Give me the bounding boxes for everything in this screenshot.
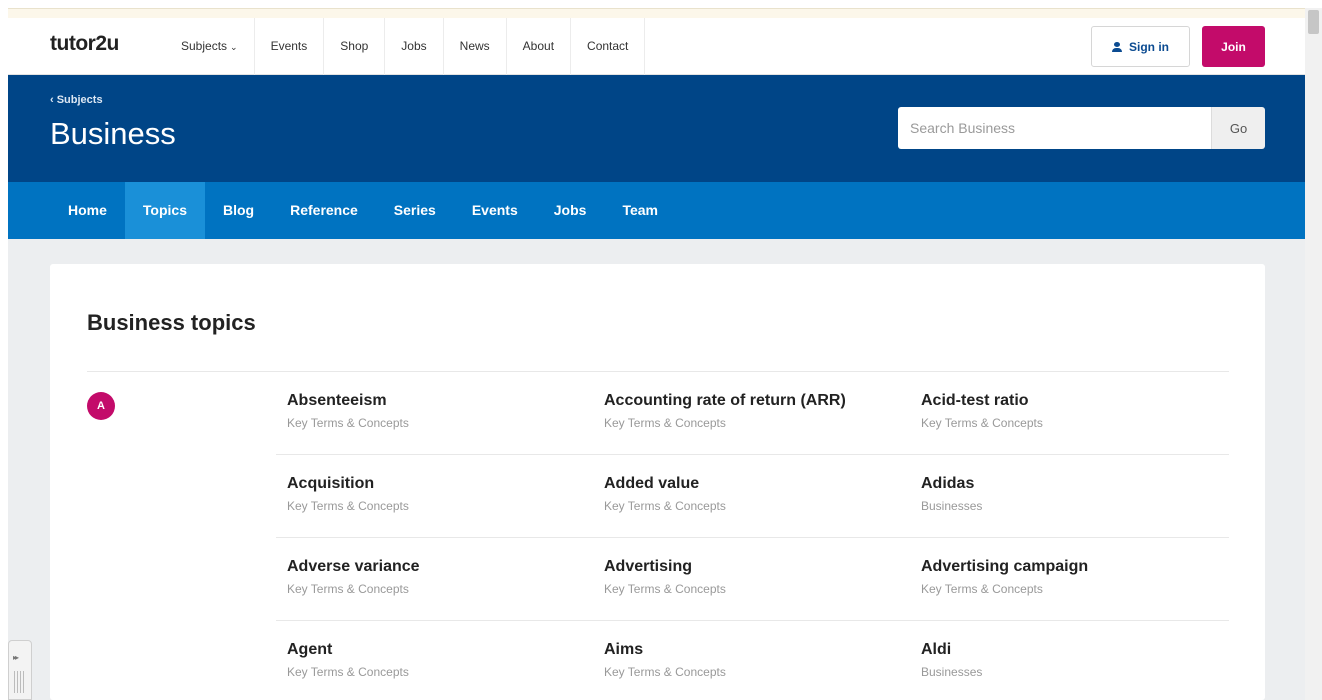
topic-name[interactable]: Added value (604, 475, 904, 493)
breadcrumb-subjects[interactable]: ‹ Subjects (50, 94, 103, 106)
topic-row: Adverse variance Key Terms & Concepts Adv… (276, 538, 1229, 621)
site-logo[interactable]: tutor2u (50, 32, 119, 56)
letter-badge: A (87, 392, 115, 420)
window-top-edge (8, 8, 1305, 18)
page-title: Business (50, 116, 176, 151)
search-go-button[interactable]: Go (1211, 107, 1265, 149)
nav-link-news[interactable]: News (442, 18, 506, 75)
topic-row: Absenteeism Key Terms & Concepts Accounti… (276, 372, 1229, 455)
topics-card: Business topics A Absenteeism Key Terms &… (50, 264, 1265, 700)
topic-name[interactable]: Acquisition (287, 475, 587, 493)
topic-name[interactable]: Absenteeism (287, 392, 587, 410)
topic-row: Agent Key Terms & Concepts Aims Key Terms … (276, 621, 1229, 700)
double-chevron-right-icon: ▸▸ (13, 653, 19, 662)
topic-category: Key Terms & Concepts (287, 582, 409, 596)
vertical-scrollbar[interactable] (1305, 8, 1322, 700)
topic-name[interactable]: Aims (604, 641, 904, 659)
topic-item[interactable]: Acquisition Key Terms & Concepts (287, 475, 587, 513)
page: tutor2u Subjects ⌄ Events Shop Jobs News … (8, 18, 1305, 700)
topic-category: Key Terms & Concepts (287, 665, 409, 679)
topic-name[interactable]: Advertising campaign (921, 558, 1221, 576)
topic-name[interactable]: Acid-test ratio (921, 392, 1221, 410)
topic-name[interactable]: Aldi (921, 641, 1221, 659)
search-input[interactable] (898, 107, 1211, 149)
tab-topics[interactable]: Topics (124, 182, 205, 239)
chevron-down-icon: ⌄ (230, 42, 238, 52)
topic-item[interactable]: Aims Key Terms & Concepts (604, 641, 904, 679)
section-heading: Business topics (87, 310, 256, 335)
topic-category: Key Terms & Concepts (604, 416, 726, 430)
topic-item[interactable]: Acid-test ratio Key Terms & Concepts (921, 392, 1221, 430)
topic-name[interactable]: Advertising (604, 558, 904, 576)
scrollbar-thumb[interactable] (1308, 10, 1319, 34)
topic-name[interactable]: Agent (287, 641, 587, 659)
topic-item[interactable]: Added value Key Terms & Concepts (604, 475, 904, 513)
topic-item[interactable]: Adidas Businesses (921, 475, 1221, 513)
topic-item[interactable]: Advertising Key Terms & Concepts (604, 558, 904, 596)
topic-category: Key Terms & Concepts (604, 665, 726, 679)
topic-item[interactable]: Advertising campaign Key Terms & Concepts (921, 558, 1221, 596)
nav-link-shop[interactable]: Shop (323, 18, 384, 75)
topic-category: Key Terms & Concepts (287, 499, 409, 513)
topic-category: Key Terms & Concepts (287, 416, 409, 430)
topic-category: Businesses (921, 499, 983, 513)
topics-grid: Absenteeism Key Terms & Concepts Accounti… (276, 372, 1229, 700)
sign-in-label: Sign in (1129, 39, 1169, 54)
tab-blog[interactable]: Blog (205, 182, 272, 239)
topic-category: Key Terms & Concepts (604, 499, 726, 513)
nav-link-label: Subjects (181, 39, 228, 53)
tab-team[interactable]: Team (604, 182, 676, 239)
topic-item[interactable]: Accounting rate of return (ARR) Key Terms… (604, 392, 904, 430)
user-icon (1112, 41, 1122, 52)
tab-series[interactable]: Series (376, 182, 454, 239)
topic-row: Acquisition Key Terms & Concepts Added va… (276, 455, 1229, 538)
sign-in-button[interactable]: Sign in (1091, 26, 1190, 67)
tab-reference[interactable]: Reference (272, 182, 376, 239)
tab-jobs[interactable]: Jobs (536, 182, 605, 239)
topic-category: Businesses (921, 665, 983, 679)
topic-category: Key Terms & Concepts (921, 416, 1043, 430)
subject-subnav: Home Topics Blog Reference Series Events… (8, 182, 1305, 239)
subject-header: ‹ Subjects Business Go (8, 75, 1305, 182)
tab-events[interactable]: Events (454, 182, 536, 239)
top-navigation: tutor2u Subjects ⌄ Events Shop Jobs News … (8, 18, 1305, 75)
topic-category: Key Terms & Concepts (604, 582, 726, 596)
join-button[interactable]: Join (1202, 26, 1265, 67)
nav-link-events[interactable]: Events (253, 18, 324, 75)
sidebar-toggle-handle[interactable]: ▸▸ (8, 640, 32, 700)
topic-item[interactable]: Adverse variance Key Terms & Concepts (287, 558, 587, 596)
topic-name[interactable]: Adidas (921, 475, 1221, 493)
topic-item[interactable]: Agent Key Terms & Concepts (287, 641, 587, 679)
grip-icon (14, 671, 26, 693)
tab-home[interactable]: Home (50, 182, 125, 239)
nav-link-subjects[interactable]: Subjects ⌄ (165, 18, 254, 75)
nav-link-contact[interactable]: Contact (570, 18, 646, 75)
topic-category: Key Terms & Concepts (921, 582, 1043, 596)
topic-name[interactable]: Adverse variance (287, 558, 587, 576)
main-menu: Subjects ⌄ Events Shop Jobs News About Co… (165, 18, 646, 75)
nav-link-about[interactable]: About (505, 18, 570, 75)
nav-link-jobs[interactable]: Jobs (384, 18, 442, 75)
topic-name[interactable]: Accounting rate of return (ARR) (604, 392, 904, 410)
topic-item[interactable]: Absenteeism Key Terms & Concepts (287, 392, 587, 430)
topic-item[interactable]: Aldi Businesses (921, 641, 1221, 679)
